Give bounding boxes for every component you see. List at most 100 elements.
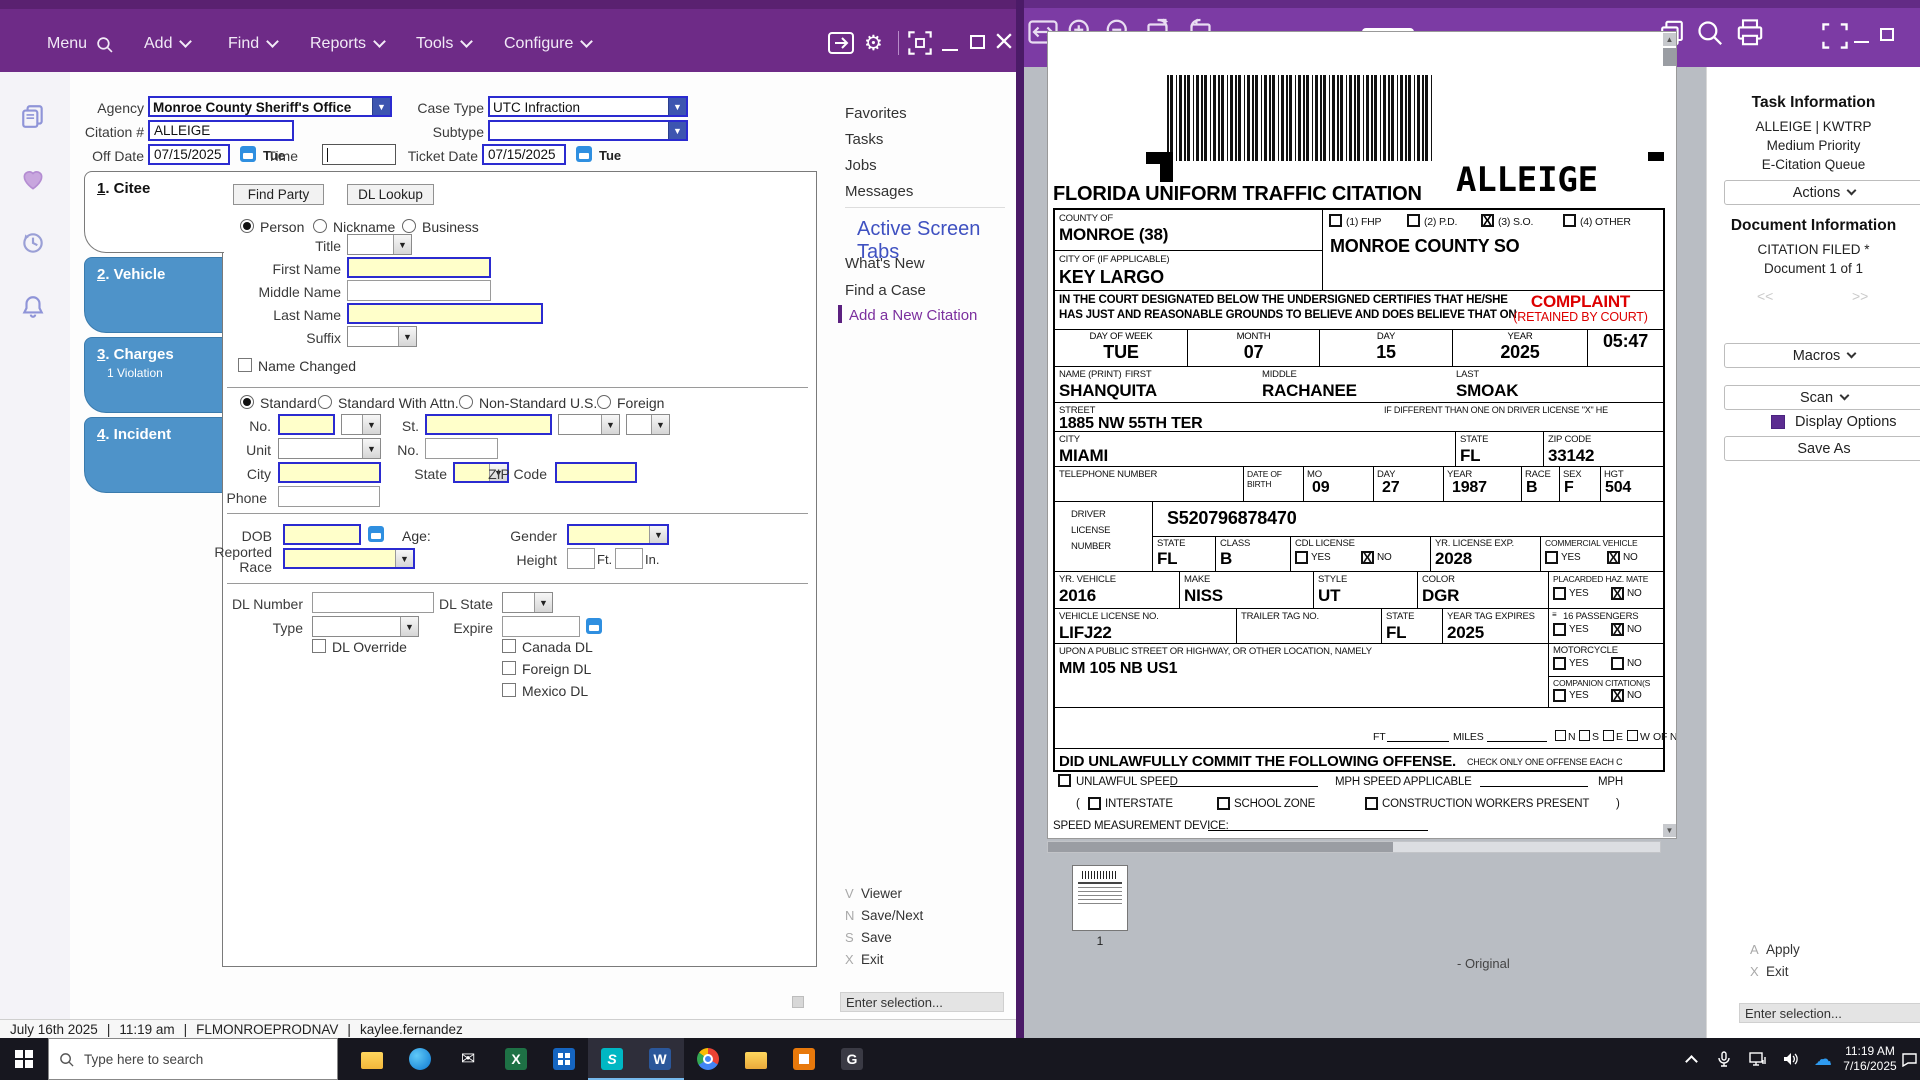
taskbar-word-icon[interactable]: W bbox=[636, 1038, 684, 1080]
taskbar-clock[interactable]: 11:19 AM7/16/2025 bbox=[1842, 1038, 1898, 1080]
next-document-button[interactable]: >> bbox=[1852, 288, 1868, 304]
sid ebar-item-favorites[interactable]: Favorites bbox=[845, 105, 907, 122]
title-select[interactable]: ▼ bbox=[347, 234, 412, 255]
vertical-scrollbar-thumb[interactable] bbox=[1663, 48, 1676, 66]
favorites-heart-icon[interactable] bbox=[20, 167, 46, 193]
business-radio[interactable] bbox=[402, 219, 416, 233]
tab-charges[interactable]: 3. Charges1 Violation bbox=[84, 337, 222, 413]
shortcut-save[interactable]: SSave bbox=[845, 929, 892, 947]
dl-type-select[interactable]: ▼ bbox=[312, 616, 419, 637]
street-no-input[interactable] bbox=[278, 414, 335, 435]
taskbar-search[interactable]: Type here to search bbox=[48, 1038, 338, 1080]
minimize-icon[interactable] bbox=[942, 49, 958, 51]
expire-input[interactable] bbox=[502, 616, 580, 637]
command-input[interactable]: Enter selection... bbox=[1739, 1003, 1920, 1023]
height-in-input[interactable] bbox=[615, 548, 643, 569]
fullscreen-icon[interactable] bbox=[1822, 23, 1848, 49]
zip-input[interactable] bbox=[555, 462, 637, 483]
actions-button[interactable]: Actions bbox=[1724, 180, 1920, 205]
minimize-icon[interactable] bbox=[1854, 41, 1869, 43]
find-party-button[interactable]: Find Party bbox=[233, 184, 324, 205]
dropdown-arrow-icon[interactable]: ▼ bbox=[393, 235, 411, 254]
menu-item-tools[interactable]: Tools bbox=[416, 35, 471, 53]
tray-show-hidden-icon[interactable] bbox=[1676, 1038, 1706, 1080]
search-icon[interactable] bbox=[1696, 19, 1724, 47]
dropdown-arrow-icon[interactable]: ▼ bbox=[395, 550, 413, 567]
off-date-input[interactable]: 07/15/2025 bbox=[148, 144, 230, 165]
taskbar-citation-app-icon[interactable]: S bbox=[588, 1038, 636, 1080]
tab-vehicle[interactable]: 2. Vehicle bbox=[84, 257, 222, 333]
calendar-icon[interactable] bbox=[586, 618, 602, 634]
tab-citee[interactable]: 1. Citee bbox=[84, 171, 224, 253]
dropdown-arrow-icon[interactable]: ▼ bbox=[649, 526, 667, 543]
exit-shortcut[interactable]: XExit bbox=[1750, 963, 1789, 981]
last-name-input[interactable] bbox=[347, 303, 543, 324]
street-input[interactable] bbox=[425, 414, 552, 435]
shortcut-exit[interactable]: XExit bbox=[845, 951, 884, 969]
maximize-icon[interactable] bbox=[1880, 28, 1894, 41]
dropdown-arrow-icon[interactable]: ▼ bbox=[668, 98, 686, 115]
ticket-date-input[interactable]: 07/15/2025 bbox=[482, 144, 566, 165]
taskbar-excel-icon[interactable]: X bbox=[492, 1038, 540, 1080]
name-changed-checkbox[interactable] bbox=[238, 358, 252, 372]
display-options-checkbox[interactable] bbox=[1771, 415, 1785, 429]
menu-item-menu[interactable]: Menu bbox=[47, 35, 113, 53]
sidebar-item-messages[interactable]: Messages bbox=[845, 183, 913, 200]
tray-network-icon[interactable] bbox=[1740, 1038, 1774, 1080]
taskbar-edge-icon[interactable] bbox=[396, 1038, 444, 1080]
unit-no-input[interactable] bbox=[425, 438, 498, 459]
sidebar-item-jobs[interactable]: Jobs bbox=[845, 157, 877, 174]
standard-attn-radio[interactable] bbox=[318, 395, 332, 409]
tray-onedrive-icon[interactable]: ☁ bbox=[1806, 1038, 1840, 1080]
agency-select[interactable]: Monroe County Sheriff's Office▼ bbox=[148, 96, 392, 117]
case-type-select[interactable]: UTC Infraction▼ bbox=[488, 96, 688, 117]
mexico-dl-checkbox[interactable] bbox=[502, 683, 516, 697]
sign-out-icon[interactable] bbox=[828, 31, 854, 55]
city-input[interactable] bbox=[278, 462, 381, 483]
first-name-input[interactable] bbox=[347, 257, 491, 278]
save-as-button[interactable]: Save As bbox=[1724, 436, 1920, 461]
foreign-dl-checkbox[interactable] bbox=[502, 661, 516, 675]
canada-dl-checkbox[interactable] bbox=[502, 639, 516, 653]
dl-lookup-button[interactable]: DL Lookup bbox=[347, 184, 434, 205]
non-standard-radio[interactable] bbox=[459, 395, 473, 409]
dropdown-arrow-icon[interactable]: ▼ bbox=[651, 415, 669, 434]
dl-number-input[interactable] bbox=[312, 592, 434, 613]
scroll-down-button[interactable]: ▼ bbox=[1663, 824, 1676, 837]
horizontal-scrollbar-thumb[interactable] bbox=[1048, 842, 1393, 852]
gender-select[interactable]: ▼ bbox=[567, 524, 669, 545]
calendar-icon[interactable] bbox=[368, 526, 384, 542]
foreign-radio[interactable] bbox=[597, 395, 611, 409]
taskbar-folder2-icon[interactable] bbox=[732, 1038, 780, 1080]
nickname-radio[interactable] bbox=[313, 219, 327, 233]
dropdown-arrow-icon[interactable]: ▼ bbox=[398, 327, 416, 346]
nav-find-a-case[interactable]: Find a Case bbox=[845, 282, 926, 299]
shortcut-save-next[interactable]: NSave/Next bbox=[845, 907, 923, 925]
suffix-select[interactable]: ▼ bbox=[347, 326, 417, 347]
menu-item-add[interactable]: Add bbox=[144, 35, 190, 53]
shortcut-viewer[interactable]: VViewer bbox=[845, 885, 902, 903]
dropdown-arrow-icon[interactable]: ▼ bbox=[668, 122, 686, 139]
dropdown-arrow-icon[interactable]: ▼ bbox=[400, 617, 418, 636]
gear-icon[interactable]: ⚙ bbox=[864, 31, 883, 56]
standard-radio[interactable] bbox=[240, 395, 254, 409]
nav-add-a-new-citation[interactable]: Add a New Citation bbox=[849, 307, 977, 324]
macros-button[interactable]: Macros bbox=[1724, 343, 1920, 368]
search-icon[interactable] bbox=[96, 36, 113, 53]
tray-volume-icon[interactable] bbox=[1774, 1038, 1808, 1080]
previous-document-button[interactable]: << bbox=[1757, 288, 1773, 304]
start-button[interactable] bbox=[0, 1038, 48, 1080]
tray-microphone-icon[interactable] bbox=[1708, 1038, 1740, 1080]
scan-button[interactable]: Scan bbox=[1724, 385, 1920, 410]
phone-input[interactable] bbox=[278, 486, 380, 507]
sidebar-item-tasks[interactable]: Tasks bbox=[845, 131, 883, 148]
maximize-icon[interactable] bbox=[970, 35, 985, 49]
dl-override-checkbox[interactable] bbox=[312, 639, 326, 653]
citation-document-page[interactable]: ALLEIGE FLORIDA UNIFORM TRAFFIC CITATION… bbox=[1047, 31, 1677, 839]
height-ft-input[interactable] bbox=[567, 548, 595, 569]
street-suffix-select[interactable]: ▼ bbox=[626, 414, 670, 435]
nav-whats-new[interactable]: What's New bbox=[845, 255, 925, 272]
scroll-up-button[interactable]: ▲ bbox=[1663, 33, 1676, 46]
taskbar-powerpoint-icon[interactable] bbox=[780, 1038, 828, 1080]
dob-input[interactable] bbox=[283, 524, 361, 545]
